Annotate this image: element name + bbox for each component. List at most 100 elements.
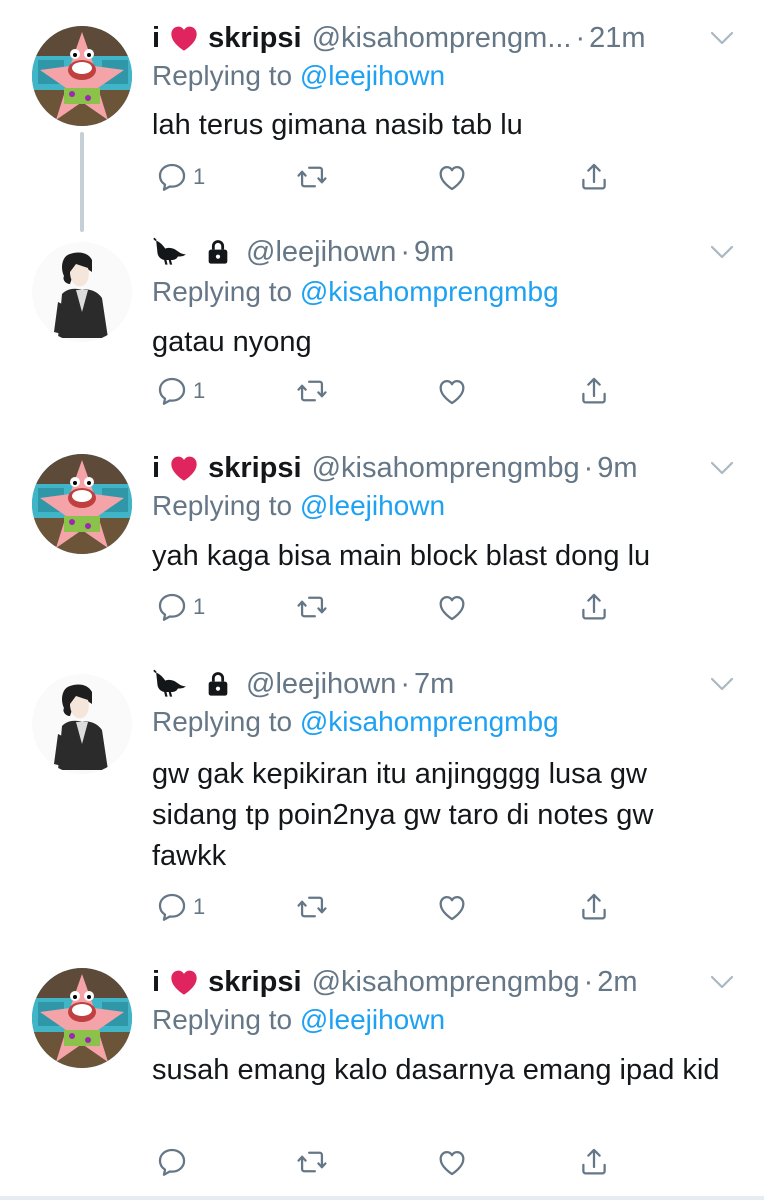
share-button[interactable] [577,160,611,194]
user-handle[interactable]: @leejihown [246,668,396,701]
chevron-down-icon[interactable] [708,972,736,992]
tweet-3[interactable]: i skripsi @kisahomprengmbg · 9m Replying… [0,448,764,663]
mention-link[interactable]: @leejihown [300,1004,445,1035]
retweet-button[interactable] [295,1145,329,1179]
name-prefix: i [152,451,161,484]
name-suffix: skripsi [208,965,302,998]
retweet-button[interactable] [295,590,329,624]
chevron-down-icon[interactable] [708,28,736,48]
retweet-icon [295,890,329,924]
patrick-star-avatar[interactable] [32,26,132,126]
user-handle[interactable]: @kisahomprengm... [312,22,572,55]
mention-link[interactable]: @kisahomprengmbg [300,276,559,307]
heart-emoji-icon [168,452,200,484]
share-button[interactable] [577,890,611,924]
tweet-4[interactable]: @leejihown · 7m Replying to @kisahompren… [0,664,764,949]
retweet-icon [295,160,329,194]
tweet-2[interactable]: @leejihown · 9m Replying to @kisahompren… [0,232,764,447]
replying-to: Replying to @kisahomprengmbg [152,706,559,738]
like-button[interactable] [435,890,469,924]
tweet-text: gw gak kepikiran itu anjingggg lusa gw s… [152,758,654,872]
share-icon [577,890,611,924]
tweet-1[interactable]: i skripsi @kisahomprengm... · 21m Replyi… [0,0,764,232]
like-button[interactable] [435,590,469,624]
like-icon [435,890,469,924]
retweet-button[interactable] [295,890,329,924]
tweet-text: gatau nyong [152,326,312,358]
user-handle[interactable]: @kisahomprengmbg [312,966,580,999]
retweet-icon [295,590,329,624]
replying-label: Replying to [152,706,293,737]
tweet-actions: 1 [155,890,615,930]
replying-label: Replying to [152,490,293,521]
share-button[interactable] [577,374,611,408]
chevron-down-icon[interactable] [708,674,736,694]
separator-dot: · [400,667,411,700]
retweet-button[interactable] [295,160,329,194]
reply-count: 1 [193,594,206,619]
mention-link[interactable]: @kisahomprengmbg [300,706,559,737]
replying-to: Replying to @kisahomprengmbg [152,276,559,308]
timestamp[interactable]: 9m [414,236,454,269]
user-handle[interactable]: @kisahomprengmbg [312,452,580,485]
display-name[interactable] [152,236,236,268]
retweet-button[interactable] [295,374,329,408]
timestamp[interactable]: 2m [597,966,637,999]
display-name[interactable] [152,668,236,700]
replying-to: Replying to @leejihown [152,490,445,522]
crow-emoji-icon [152,236,190,268]
reply-count: 1 [193,164,206,189]
like-button[interactable] [435,1145,469,1179]
user-handle[interactable]: @leejihown [246,236,396,269]
reply-icon [155,590,189,624]
tweet-text: yah kaga bisa main block blast dong lu [152,540,651,572]
reply-button[interactable]: 1 [155,160,205,194]
share-icon [577,590,611,624]
display-name[interactable]: i skripsi [152,22,302,55]
tweet-5[interactable]: i skripsi @kisahomprengmbg · 2m Replying… [0,962,764,1200]
tweet-text: susah emang kalo dasarnya emang ipad kid [152,1054,720,1086]
crow-emoji-icon [152,668,190,700]
share-button[interactable] [577,1145,611,1179]
bottom-divider [0,1196,764,1200]
patrick-star-avatar[interactable] [32,968,132,1068]
tweet-header: i skripsi @kisahomprengmbg · 9m [152,448,638,488]
display-name[interactable]: i skripsi [152,966,302,999]
separator-dot: · [583,451,594,484]
tweet-actions: 1 [155,160,615,200]
reply-button[interactable] [155,1145,193,1179]
name-prefix: i [152,21,161,54]
timestamp[interactable]: 21m [589,22,645,55]
separator-dot: · [583,965,594,998]
tweet-header: i skripsi @kisahomprengm... · 21m [152,18,646,58]
anime-man-avatar[interactable] [32,242,132,342]
reply-button[interactable]: 1 [155,374,205,408]
mention-link[interactable]: @leejihown [300,60,445,91]
reply-button[interactable]: 1 [155,590,205,624]
mention-link[interactable]: @leejihown [300,490,445,521]
reply-count: 1 [193,894,206,919]
tweet-header: i skripsi @kisahomprengmbg · 2m [152,962,638,1002]
replying-label: Replying to [152,276,293,307]
like-icon [435,1145,469,1179]
heart-emoji-icon [168,22,200,54]
anime-man-avatar[interactable] [32,674,132,774]
timestamp[interactable]: 7m [414,668,454,701]
share-icon [577,1145,611,1179]
tweet-actions: 1 [155,374,615,414]
chevron-down-icon[interactable] [708,242,736,262]
like-icon [435,160,469,194]
like-button[interactable] [435,374,469,408]
tweet-actions [155,1145,615,1185]
replying-to: Replying to @leejihown [152,1004,445,1036]
display-name[interactable]: i skripsi [152,452,302,485]
patrick-star-avatar[interactable] [32,454,132,554]
replying-label: Replying to [152,60,293,91]
timestamp[interactable]: 9m [597,452,637,485]
like-button[interactable] [435,160,469,194]
reply-button[interactable]: 1 [155,890,205,924]
chevron-down-icon[interactable] [708,458,736,478]
tweet-header: @leejihown · 9m [152,232,454,272]
share-button[interactable] [577,590,611,624]
reply-icon [155,890,189,924]
